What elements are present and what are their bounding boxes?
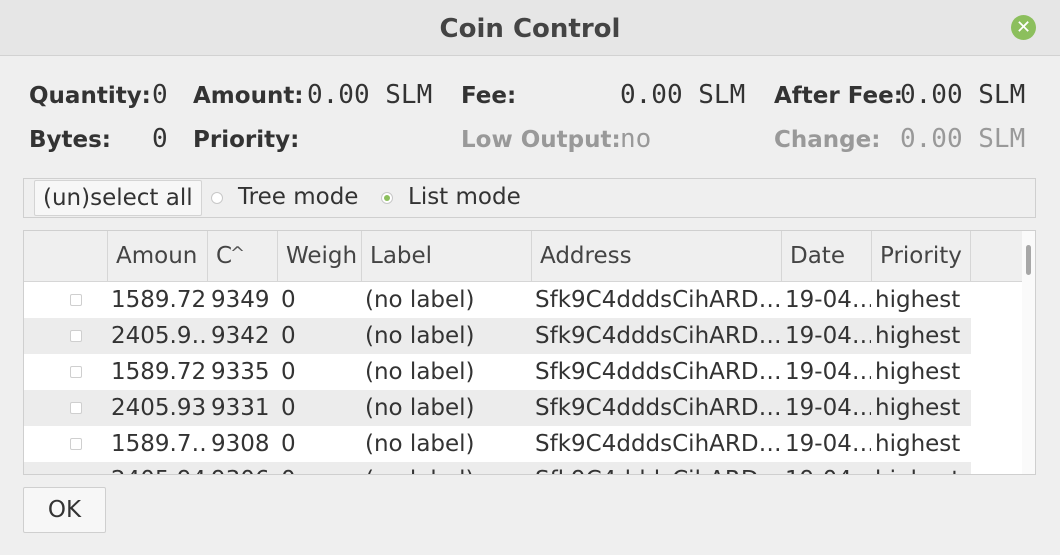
column-header-address[interactable]: Address: [531, 231, 781, 281]
cell-weight: 0: [281, 395, 296, 421]
table-header: Amoun C ^ Weigh Label Address Date Prior…: [24, 231, 1035, 282]
amount-label: Amount:: [193, 83, 304, 109]
vertical-scrollbar[interactable]: [1022, 231, 1035, 474]
cell-weight: 0: [281, 323, 296, 349]
bytes-value: 0: [152, 124, 168, 154]
table-row[interactable]: 1589.72 9349 0 (no label) Sfk9C4dddsCihA…: [24, 282, 971, 318]
mode-toolbar: (un)select all Tree mode List mode: [23, 178, 1036, 218]
bytes-label: Bytes:: [29, 127, 112, 153]
scrollbar-thumb[interactable]: [1026, 245, 1031, 275]
quantity-label: Quantity:: [29, 83, 151, 109]
row-checkbox[interactable]: [70, 294, 82, 306]
amount-value: 0.00 SLM: [307, 80, 433, 110]
cell-address: Sfk9C4dddsCihARD…: [535, 395, 781, 421]
cell-priority: highest: [875, 323, 961, 349]
after-fee-label: After Fee:: [774, 83, 903, 109]
column-header-amount[interactable]: Amoun: [107, 231, 207, 281]
change-value: 0.00 SLM: [900, 124, 1026, 154]
row-checkbox[interactable]: [70, 474, 82, 475]
ok-button[interactable]: OK: [23, 487, 106, 533]
quantity-value: 0: [152, 80, 168, 110]
select-all-button[interactable]: (un)select all: [34, 180, 202, 216]
cell-label: (no label): [365, 359, 475, 385]
column-header-date[interactable]: Date: [781, 231, 871, 281]
cell-date: 19-04…: [785, 431, 871, 457]
list-mode-label[interactable]: List mode: [408, 184, 521, 210]
cell-priority: highest: [875, 431, 961, 457]
cell-amount: 2405.94: [111, 462, 207, 474]
cell-amount: 2405.93: [111, 395, 207, 421]
low-output-label: Low Output:: [461, 127, 621, 153]
coins-table: Amoun C ^ Weigh Label Address Date Prior…: [23, 230, 1036, 475]
low-output-value: no: [620, 124, 652, 154]
priority-label: Priority:: [193, 127, 300, 153]
column-header-priority[interactable]: Priority: [871, 231, 971, 281]
cell-weight: 0: [281, 431, 296, 457]
cell-priority: highest: [875, 359, 961, 385]
cell-address: Sfk9C4dddsCihARD…: [535, 462, 781, 474]
cell-address: Sfk9C4dddsCihARD…: [535, 287, 781, 313]
table-row[interactable]: 2405.94 9306 0 (no label) Sfk9C4dddsCihA…: [24, 462, 971, 475]
table-row[interactable]: 1589.72 9335 0 (no label) Sfk9C4dddsCihA…: [24, 354, 971, 390]
cell-amount: 1589.72: [111, 287, 207, 313]
row-checkbox[interactable]: [70, 438, 82, 450]
column-header-checkbox[interactable]: [24, 231, 107, 281]
cell-weight: 0: [281, 359, 296, 385]
fee-value: 0.00 SLM: [620, 80, 746, 110]
table-row[interactable]: 2405.93 9331 0 (no label) Sfk9C4dddsCihA…: [24, 390, 971, 426]
cell-confirmations: 9349: [211, 287, 270, 313]
fee-label: Fee:: [461, 83, 517, 109]
cell-label: (no label): [365, 287, 475, 313]
row-checkbox[interactable]: [70, 366, 82, 378]
cell-amount: 2405.9…: [111, 323, 207, 349]
close-icon: ✕: [1015, 16, 1032, 38]
cell-date: 19-04…: [785, 359, 871, 385]
cell-address: Sfk9C4dddsCihARD…: [535, 323, 781, 349]
cell-confirmations: 9306: [211, 462, 277, 474]
cell-label: (no label): [365, 431, 475, 457]
cell-label: (no label): [365, 462, 531, 474]
close-button[interactable]: ✕: [1011, 15, 1036, 40]
cell-priority: highest: [875, 395, 961, 421]
cell-address: Sfk9C4dddsCihARD…: [535, 431, 781, 457]
table-body: 1589.72 9349 0 (no label) Sfk9C4dddsCihA…: [24, 282, 1022, 475]
cell-confirmations: 9335: [211, 359, 270, 385]
cell-weight: 0: [281, 462, 361, 474]
cell-confirmations: 9331: [211, 395, 270, 421]
cell-amount: 1589.7…: [111, 431, 207, 457]
cell-date: 19-04…: [785, 395, 871, 421]
cell-weight: 0: [281, 287, 296, 313]
table-row[interactable]: 2405.9… 9342 0 (no label) Sfk9C4dddsCihA…: [24, 318, 971, 354]
table-row[interactable]: 1589.7… 9308 0 (no label) Sfk9C4dddsCihA…: [24, 426, 971, 462]
cell-confirmations: 9342: [211, 323, 270, 349]
title-bar: Coin Control ✕: [0, 0, 1060, 56]
row-checkbox[interactable]: [70, 330, 82, 342]
after-fee-value: 0.00 SLM: [900, 80, 1026, 110]
tree-mode-radio[interactable]: [211, 192, 223, 204]
cell-date: 19-04…: [785, 287, 871, 313]
cell-priority: highest: [875, 287, 961, 313]
cell-amount: 1589.72: [111, 359, 207, 385]
column-header-weight[interactable]: Weigh: [277, 231, 361, 281]
column-header-label[interactable]: Label: [361, 231, 531, 281]
tree-mode-label[interactable]: Tree mode: [238, 184, 358, 210]
sort-ascending-icon: ^: [230, 243, 246, 264]
window-title: Coin Control: [439, 14, 621, 44]
cell-label: (no label): [365, 323, 475, 349]
change-label: Change:: [774, 127, 881, 153]
list-mode-radio[interactable]: [381, 192, 393, 204]
cell-label: (no label): [365, 395, 475, 421]
cell-confirmations: 9308: [211, 431, 270, 457]
column-header-confirmations[interactable]: C ^: [207, 231, 277, 281]
cell-address: Sfk9C4dddsCihARD…: [535, 359, 781, 385]
cell-priority: highest: [875, 462, 971, 474]
row-checkbox[interactable]: [70, 402, 82, 414]
cell-date: 19-04…: [785, 462, 871, 474]
cell-date: 19-04…: [785, 323, 871, 349]
